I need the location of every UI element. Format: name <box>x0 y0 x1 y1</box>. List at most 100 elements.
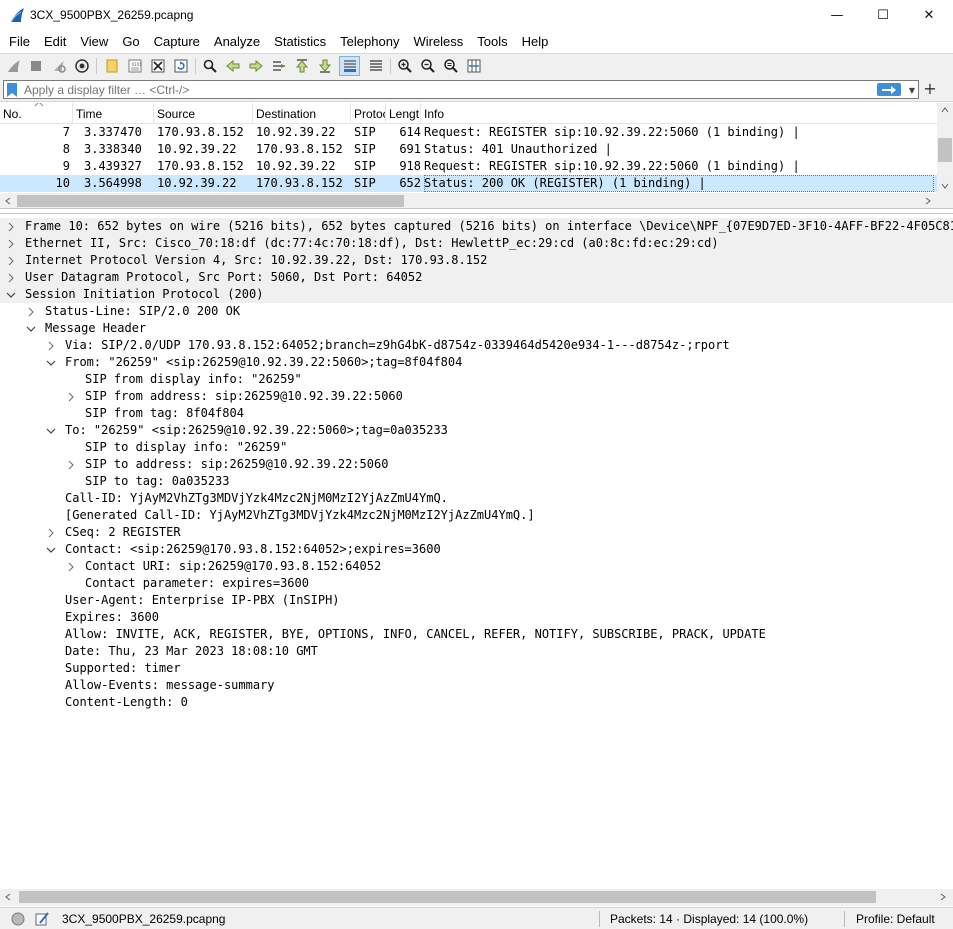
reload-file-icon[interactable] <box>172 57 190 75</box>
add-filter-button[interactable]: + <box>922 80 938 99</box>
tree-row[interactable]: User-Agent: Enterprise IP-PBX (InSIPH) <box>0 592 953 609</box>
capture-options-icon[interactable] <box>73 57 91 75</box>
tree-row[interactable]: Contact parameter: expires=3600 <box>0 575 953 592</box>
tree-row[interactable]: Allow-Events: message-summary <box>0 677 953 694</box>
chevron-right-icon[interactable] <box>25 303 37 320</box>
tree-row[interactable]: To: "26259" <sip:26259@10.92.39.22:5060>… <box>0 422 953 439</box>
chevron-right-icon[interactable] <box>65 558 77 575</box>
column-time[interactable]: Time <box>73 103 154 124</box>
go-to-packet-icon[interactable] <box>270 57 288 75</box>
tree-row[interactable]: [Generated Call-ID: YjAyM2VhZTg3MDVjYzk4… <box>0 507 953 524</box>
tree-row[interactable]: Ethernet II, Src: Cisco_70:18:df (dc:77:… <box>0 235 953 252</box>
zoom-in-icon[interactable] <box>396 57 414 75</box>
maximize-button[interactable]: ☐ <box>860 0 906 31</box>
menu-telephony[interactable]: Telephony <box>333 31 406 53</box>
display-filter-field[interactable]: ▼ <box>3 80 919 99</box>
chevron-right-icon[interactable] <box>5 252 17 269</box>
packet-row[interactable]: 9 3.439327 170.93.8.152 10.92.39.22 SIP … <box>0 158 937 175</box>
menu-tools[interactable]: Tools <box>470 31 514 53</box>
minimize-button[interactable]: — <box>814 0 860 31</box>
menu-file[interactable]: File <box>2 31 37 53</box>
packet-list-horizontal-scrollbar[interactable] <box>0 193 937 208</box>
menu-edit[interactable]: Edit <box>37 31 73 53</box>
scroll-right-icon[interactable] <box>925 197 931 205</box>
chevron-right-icon[interactable] <box>45 524 57 541</box>
chevron-right-icon[interactable] <box>5 269 17 286</box>
menu-go[interactable]: Go <box>115 31 146 53</box>
scroll-left-icon[interactable] <box>5 197 11 205</box>
tree-row[interactable]: Content-Length: 0 <box>0 694 953 711</box>
chevron-right-icon[interactable] <box>45 337 57 354</box>
details-horizontal-scrollbar[interactable] <box>0 889 953 906</box>
scrollbar-thumb[interactable] <box>938 138 952 162</box>
chevron-down-icon[interactable] <box>45 354 57 371</box>
packet-list-vertical-scrollbar[interactable] <box>937 103 953 193</box>
tree-row[interactable]: Allow: INVITE, ACK, REGISTER, BYE, OPTIO… <box>0 626 953 643</box>
menu-analyze[interactable]: Analyze <box>207 31 267 53</box>
close-file-icon[interactable] <box>149 57 167 75</box>
tree-row[interactable]: Frame 10: 652 bytes on wire (5216 bits),… <box>0 218 953 235</box>
menu-statistics[interactable]: Statistics <box>267 31 333 53</box>
start-capture-icon[interactable] <box>5 57 23 75</box>
tree-row[interactable]: From: "26259" <sip:26259@10.92.39.22:506… <box>0 354 953 371</box>
open-file-icon[interactable] <box>103 57 121 75</box>
tree-row[interactable]: SIP to address: sip:26259@10.92.39.22:50… <box>0 456 953 473</box>
go-forward-icon[interactable] <box>247 57 265 75</box>
packet-row[interactable]: 8 3.338340 10.92.39.22 170.93.8.152 SIP … <box>0 141 937 158</box>
tree-row[interactable]: SIP from tag: 8f04f804 <box>0 405 953 422</box>
tree-row[interactable]: Date: Thu, 23 Mar 2023 18:08:10 GMT <box>0 643 953 660</box>
scroll-left-icon[interactable] <box>5 893 11 901</box>
chevron-down-icon[interactable] <box>45 422 57 439</box>
chevron-down-icon[interactable]: ▼ <box>906 82 918 98</box>
menu-wireless[interactable]: Wireless <box>406 31 470 53</box>
capture-comment-icon[interactable] <box>34 911 50 927</box>
colorize-icon[interactable] <box>367 57 385 75</box>
packet-row-selected[interactable]: 10 3.564998 10.92.39.22 170.93.8.152 SIP… <box>0 175 937 192</box>
tree-row[interactable]: Status-Line: SIP/2.0 200 OK <box>0 303 953 320</box>
scroll-up-icon[interactable] <box>941 107 949 113</box>
column-destination[interactable]: Destination <box>253 103 351 124</box>
close-button[interactable]: ✕ <box>906 0 952 31</box>
tree-row[interactable]: SIP from address: sip:26259@10.92.39.22:… <box>0 388 953 405</box>
restart-capture-icon[interactable] <box>50 57 68 75</box>
expert-info-icon[interactable] <box>11 912 25 926</box>
scroll-down-icon[interactable] <box>941 183 949 189</box>
menu-view[interactable]: View <box>73 31 115 53</box>
column-info[interactable]: Info <box>421 103 937 124</box>
tree-row[interactable]: Via: SIP/2.0/UDP 170.93.8.152:64052;bran… <box>0 337 953 354</box>
column-protocol[interactable]: Protoc <box>351 103 386 124</box>
menu-capture[interactable]: Capture <box>147 31 207 53</box>
tree-row[interactable]: SIP to display info: "26259" <box>0 439 953 456</box>
stop-capture-icon[interactable] <box>27 57 45 75</box>
chevron-right-icon[interactable] <box>65 388 77 405</box>
chevron-right-icon[interactable] <box>5 218 17 235</box>
status-profile[interactable]: Profile: Default <box>856 912 935 926</box>
tree-row[interactable]: Message Header <box>0 320 953 337</box>
scrollbar-thumb[interactable] <box>19 891 876 903</box>
display-filter-input[interactable] <box>24 82 874 97</box>
save-file-icon[interactable]: 0101 <box>126 57 144 75</box>
tree-row[interactable]: Contact URI: sip:26259@170.93.8.152:6405… <box>0 558 953 575</box>
tree-row[interactable]: Internet Protocol Version 4, Src: 10.92.… <box>0 252 953 269</box>
tree-row[interactable]: Expires: 3600 <box>0 609 953 626</box>
menu-help[interactable]: Help <box>515 31 556 53</box>
packet-row[interactable]: 7 3.337470 170.93.8.152 10.92.39.22 SIP … <box>0 124 937 141</box>
column-length[interactable]: Lengt <box>386 103 421 124</box>
tree-row[interactable]: Supported: timer <box>0 660 953 677</box>
bookmark-icon[interactable] <box>7 83 17 97</box>
scrollbar-thumb[interactable] <box>17 195 404 207</box>
first-packet-icon[interactable] <box>293 57 311 75</box>
zoom-reset-icon[interactable] <box>442 57 460 75</box>
tree-row[interactable]: CSeq: 2 REGISTER <box>0 524 953 541</box>
find-packet-icon[interactable] <box>201 57 219 75</box>
scroll-right-icon[interactable] <box>940 893 946 901</box>
apply-filter-button[interactable] <box>877 83 901 96</box>
chevron-right-icon[interactable] <box>65 456 77 473</box>
zoom-out-icon[interactable] <box>419 57 437 75</box>
tree-row[interactable]: Session Initiation Protocol (200) <box>0 286 953 303</box>
chevron-down-icon[interactable] <box>25 320 37 337</box>
tree-row[interactable]: SIP to tag: 0a035233 <box>0 473 953 490</box>
chevron-right-icon[interactable] <box>5 235 17 252</box>
tree-row[interactable]: Call-ID: YjAyM2VhZTg3MDVjYzk4Mzc2NjM0MzI… <box>0 490 953 507</box>
tree-row[interactable]: Contact: <sip:26259@170.93.8.152:64052>;… <box>0 541 953 558</box>
